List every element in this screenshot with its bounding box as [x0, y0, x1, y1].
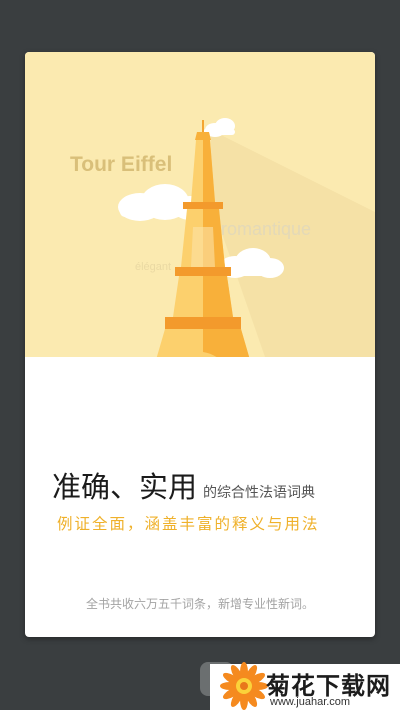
flower-logo-icon — [220, 662, 268, 710]
intro-card: Tour Eiffel romantique élégant 准确、实用 的综合性… — [25, 52, 375, 637]
hero-word-elegant: élégant — [135, 261, 172, 273]
eiffel-tower-illustration — [118, 118, 375, 357]
hero-illustration: Tour Eiffel romantique élégant — [25, 52, 375, 357]
tagline: 例证全面，涵盖丰富的释义与用法 — [57, 515, 320, 533]
footnote: 全书共收六万五千词条，新增专业性新词。 — [85, 597, 314, 611]
sub-title: 的综合性法语词典 — [203, 485, 316, 501]
headline: 准确、实用 的综合性法语词典 — [52, 464, 372, 506]
hero-word-romantique: romantique — [221, 219, 312, 239]
site-watermark: 菊花下载网 www.juahar.com — [210, 660, 400, 710]
watermark-url: www.juahar.com — [270, 696, 351, 708]
hero-word-tour-eiffel: Tour Eiffel — [70, 153, 173, 176]
main-title: 准确、实用 — [52, 470, 198, 504]
